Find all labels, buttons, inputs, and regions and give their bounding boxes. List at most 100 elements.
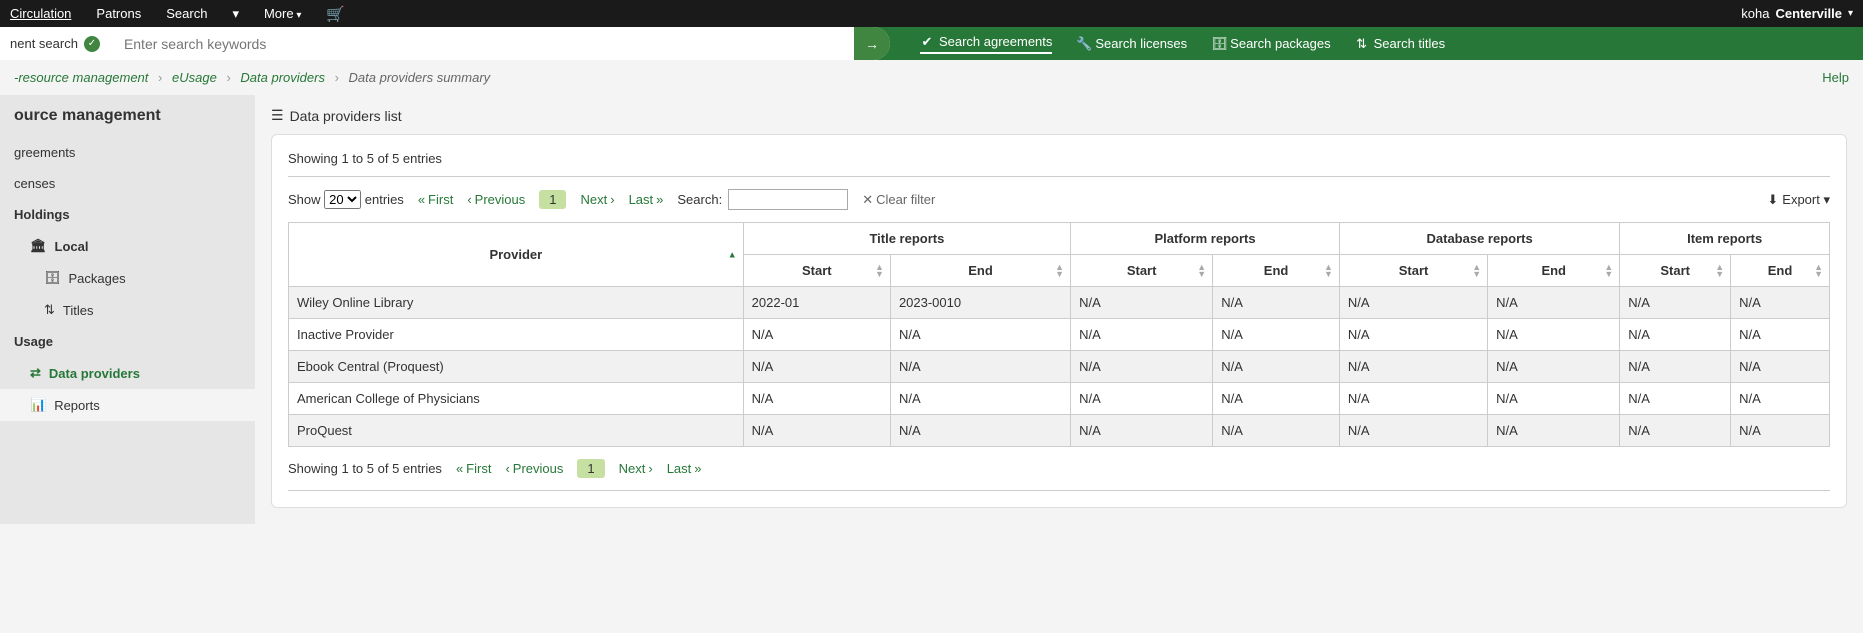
- nav-search[interactable]: Search: [166, 6, 207, 21]
- col-provider[interactable]: Provider▲: [289, 223, 744, 287]
- export-button[interactable]: ⬇Export ▾: [1767, 192, 1830, 208]
- col-title-start[interactable]: Start▲▼: [743, 255, 890, 287]
- cell-d_start: N/A: [1339, 319, 1487, 351]
- cell-p_end: N/A: [1213, 383, 1340, 415]
- breadcrumb-providers[interactable]: Data providers: [240, 70, 325, 85]
- wrench-icon: 🔧: [1076, 36, 1090, 52]
- help-link[interactable]: Help: [1822, 70, 1849, 85]
- col-title-end[interactable]: End▲▼: [890, 255, 1070, 287]
- sidebar-item-titles[interactable]: ⇅Titles: [0, 294, 255, 326]
- table-row[interactable]: ProQuestN/AN/AN/AN/AN/AN/AN/AN/A: [289, 415, 1830, 447]
- page-number[interactable]: 1: [539, 190, 566, 209]
- show-label: Show: [288, 192, 321, 207]
- nav-more[interactable]: More: [264, 6, 301, 21]
- check-icon: ✓: [84, 36, 100, 52]
- data-panel: Showing 1 to 5 of 5 entries Show 20 entr…: [271, 134, 1847, 508]
- table-row[interactable]: Ebook Central (Proquest)N/AN/AN/AN/AN/AN…: [289, 351, 1830, 383]
- next-button-bottom[interactable]: Next ›: [619, 461, 653, 476]
- cell-d_end: N/A: [1488, 415, 1620, 447]
- table-row[interactable]: Wiley Online Library2022-012023-0010N/AN…: [289, 287, 1830, 319]
- cell-t_end: N/A: [890, 415, 1070, 447]
- col-item-end[interactable]: End▲▼: [1731, 255, 1830, 287]
- cell-i_start: N/A: [1620, 287, 1731, 319]
- brand-switcher[interactable]: koha Centerville ▾: [1741, 6, 1853, 21]
- sidebar-item-data-providers[interactable]: ⇄Data providers: [0, 357, 255, 389]
- page-size-select[interactable]: 20: [324, 190, 361, 209]
- search-label: nent search ✓: [0, 27, 110, 60]
- cell-p_start: N/A: [1071, 383, 1213, 415]
- search-input[interactable]: [110, 27, 890, 60]
- cell-d_start: N/A: [1339, 383, 1487, 415]
- search-packages-link[interactable]: 🗄Search packages: [1211, 36, 1330, 52]
- archive-icon: 🗄: [1211, 36, 1225, 52]
- cart-icon[interactable]: 🛒: [326, 5, 345, 23]
- cell-i_end: N/A: [1731, 287, 1830, 319]
- previous-button[interactable]: ‹ Previous: [467, 192, 525, 207]
- search-label-text: nent search: [10, 36, 78, 51]
- previous-button-bottom[interactable]: ‹ Previous: [505, 461, 563, 476]
- cell-t_start: N/A: [743, 415, 890, 447]
- page-number-bottom[interactable]: 1: [577, 459, 604, 478]
- search-agreements-link[interactable]: ✔ Search agreements: [920, 34, 1052, 54]
- cell-i_end: N/A: [1731, 351, 1830, 383]
- colgroup-item: Item reports: [1620, 223, 1830, 255]
- search-bar: nent search ✓ → ✔Search agreements 🔧Sear…: [0, 27, 1863, 60]
- col-platform-end[interactable]: End▲▼: [1213, 255, 1340, 287]
- chart-icon: 📊: [30, 397, 46, 413]
- label: Local: [55, 239, 89, 254]
- sidebar-item-usage[interactable]: Usage: [0, 326, 255, 357]
- nav-patrons[interactable]: Patrons: [96, 6, 141, 21]
- cell-i_start: N/A: [1620, 319, 1731, 351]
- last-button[interactable]: Last »: [629, 192, 664, 207]
- colgroup-platform: Platform reports: [1071, 223, 1340, 255]
- nav-circulation[interactable]: Circulation: [10, 6, 71, 21]
- clear-filter-button[interactable]: ✕ Clear filter: [862, 192, 935, 208]
- sidebar-item-agreements[interactable]: greements: [0, 137, 255, 168]
- last-button-bottom[interactable]: Last »: [667, 461, 702, 476]
- link-label: Search agreements: [939, 34, 1052, 49]
- colgroup-database: Database reports: [1339, 223, 1619, 255]
- search-licenses-link[interactable]: 🔧Search licenses: [1076, 36, 1187, 52]
- breadcrumb-eusage[interactable]: eUsage: [172, 70, 217, 85]
- check-circle-icon: ✔: [920, 34, 934, 50]
- col-database-start[interactable]: Start▲▼: [1339, 255, 1487, 287]
- cell-t_start: N/A: [743, 351, 890, 383]
- table-search-input[interactable]: [728, 189, 848, 210]
- cell-i_end: N/A: [1731, 415, 1830, 447]
- data-providers-list-link[interactable]: Data providers list: [290, 108, 402, 124]
- link-label: Search titles: [1374, 36, 1446, 51]
- breadcrumb-erm[interactable]: -resource management: [14, 70, 148, 85]
- cell-d_start: N/A: [1339, 287, 1487, 319]
- showing-text-bottom: Showing 1 to 5 of 5 entries: [288, 461, 442, 476]
- cell-p_end: N/A: [1213, 351, 1340, 383]
- sidebar-item-packages[interactable]: 🗄 Packages: [0, 262, 255, 294]
- table-row[interactable]: Inactive ProviderN/AN/AN/AN/AN/AN/AN/AN/…: [289, 319, 1830, 351]
- nav-caret-dropdown[interactable]: ▾: [232, 6, 239, 22]
- table-row[interactable]: American College of PhysiciansN/AN/AN/AN…: [289, 383, 1830, 415]
- search-submit-button[interactable]: →: [854, 27, 890, 60]
- controls-top: Show 20 entries « First ‹ Previous 1 Nex…: [288, 176, 1830, 210]
- first-button[interactable]: « First: [418, 192, 454, 207]
- sidebar-item-reports[interactable]: 📊Reports: [0, 389, 255, 421]
- archive-icon: 🗄: [44, 270, 61, 286]
- cell-i_end: N/A: [1731, 383, 1830, 415]
- sidebar-item-licenses[interactable]: censes: [0, 168, 255, 199]
- label: Packages: [69, 271, 126, 286]
- first-button-bottom[interactable]: « First: [456, 461, 492, 476]
- cell-d_end: N/A: [1488, 383, 1620, 415]
- col-platform-start[interactable]: Start▲▼: [1071, 255, 1213, 287]
- cell-d_start: N/A: [1339, 415, 1487, 447]
- brand-prefix: koha: [1741, 6, 1769, 21]
- sidebar-item-local[interactable]: 🏛Local: [0, 230, 255, 262]
- cell-i_start: N/A: [1620, 383, 1731, 415]
- col-item-start[interactable]: Start▲▼: [1620, 255, 1731, 287]
- sidebar-item-holdings[interactable]: Holdings: [0, 199, 255, 230]
- cell-provider: American College of Physicians: [289, 383, 744, 415]
- next-button[interactable]: Next ›: [580, 192, 614, 207]
- col-database-end[interactable]: End▲▼: [1488, 255, 1620, 287]
- cell-d_start: N/A: [1339, 351, 1487, 383]
- cell-d_end: N/A: [1488, 351, 1620, 383]
- chevron-down-icon: ▾: [1848, 8, 1853, 19]
- search-titles-link[interactable]: ⇅Search titles: [1355, 36, 1446, 52]
- cell-i_start: N/A: [1620, 415, 1731, 447]
